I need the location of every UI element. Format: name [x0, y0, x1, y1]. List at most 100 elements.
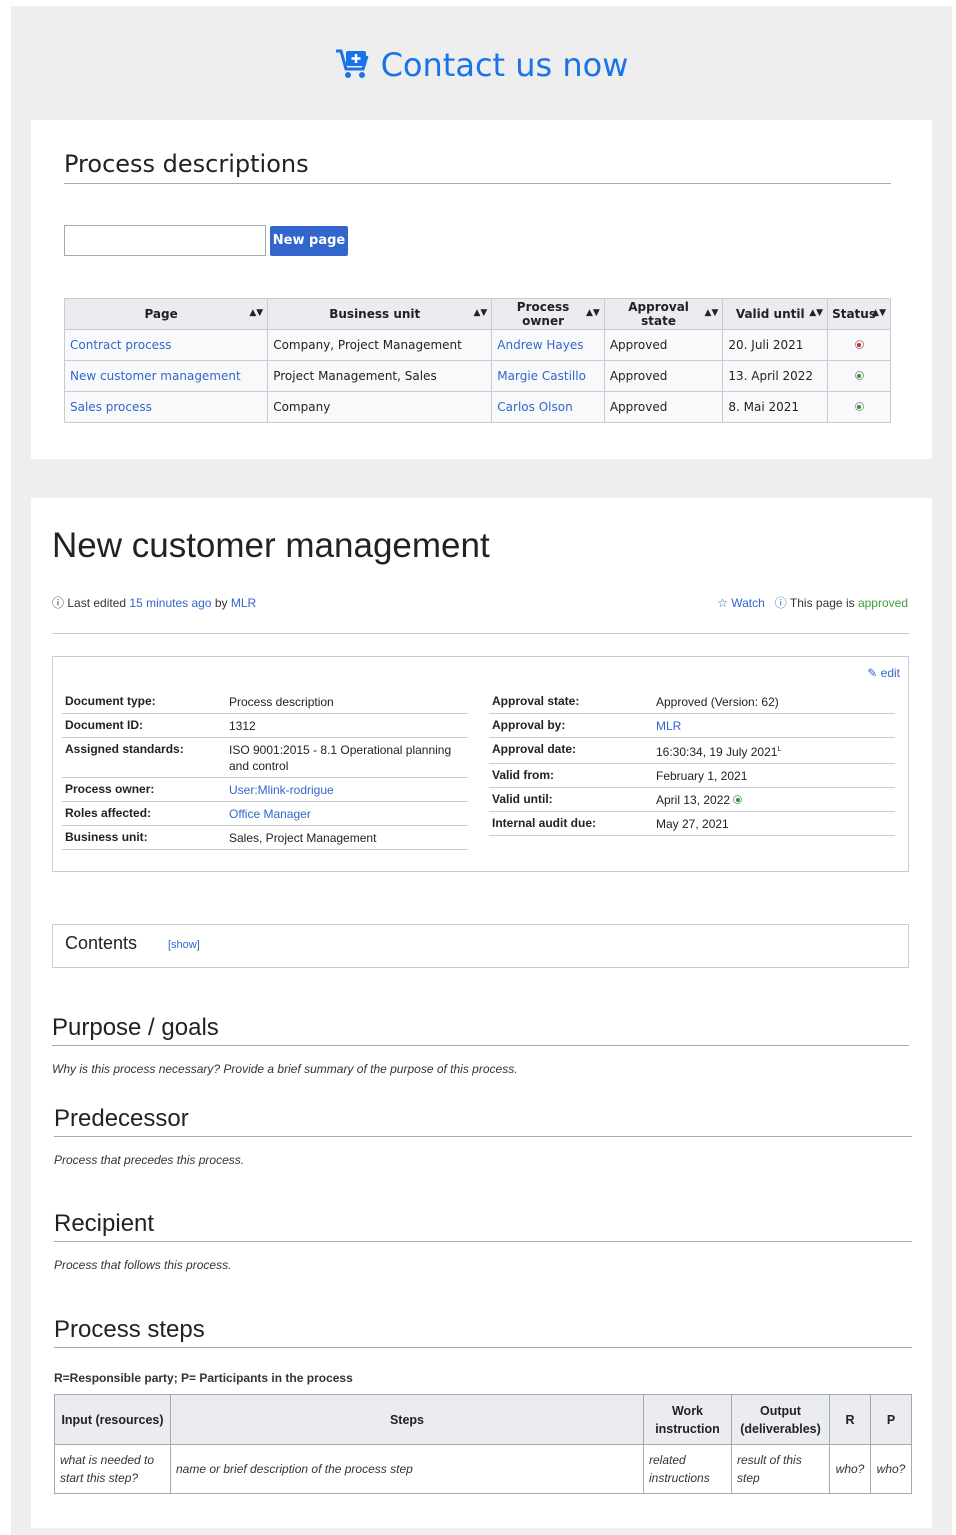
contents-toggle[interactable]: [show] [168, 939, 200, 951]
section-text-purpose: Why is this process necessary? Provide a… [52, 1062, 518, 1076]
new-page-name-input[interactable] [64, 225, 266, 256]
status-green-icon [733, 795, 743, 804]
roles-affected-link[interactable]: Office Manager [229, 806, 465, 822]
steps-legend: R=Responsible party; P= Participants in … [54, 1371, 353, 1385]
edit-infobox-button[interactable]: ✎ edit [867, 666, 900, 680]
sort-icon[interactable]: ▲▼ [249, 308, 263, 318]
col-header-r: R [829, 1394, 871, 1445]
infobox-right-column: Approval state: Approved (Version: 62) Ap… [489, 690, 895, 836]
page-status-bar: ☆ Watch ⓘ This page is approved [717, 596, 908, 610]
info-row: Document type: Process description [62, 690, 468, 714]
status-red-icon [854, 340, 864, 349]
owner-link[interactable]: Margie Castillo [497, 369, 586, 383]
approval-info-icon: ⓘ [774, 596, 787, 610]
info-row: Valid from: February 1, 2021 [489, 764, 895, 788]
page-background: Contact us now Process descriptions New … [11, 6, 952, 1535]
page-link[interactable]: Sales process [70, 400, 152, 414]
approved-status[interactable]: approved [858, 596, 908, 610]
article-card: New customer management ⓘ Last edited 15… [31, 498, 932, 1528]
step-r-cell: who? [829, 1444, 871, 1494]
info-row: Process owner: User:Mlink-rodrigue [62, 778, 468, 802]
contents-title: Contents [65, 933, 138, 953]
step-description-cell: name or brief description of the process… [170, 1444, 644, 1494]
col-header-p: P [870, 1394, 912, 1445]
sort-icon[interactable]: ▲▼ [473, 308, 487, 318]
watch-button[interactable]: ☆ Watch [717, 596, 765, 610]
step-input-cell: what is needed to start this step? [54, 1444, 171, 1494]
pencil-icon: ✎ [867, 666, 878, 680]
page-title: New customer management [52, 526, 490, 565]
section-heading-process-steps: Process steps [54, 1316, 205, 1343]
process-steps-table: Input (resources) Steps Work instruction… [54, 1394, 912, 1494]
section-divider [54, 1241, 912, 1242]
approval-state-cell: Approved [603, 360, 724, 392]
owner-link[interactable]: Andrew Hayes [497, 338, 583, 352]
table-row: Contract process Company, Project Manage… [63, 329, 891, 361]
info-row: Assigned standards: ISO 9001:2015 - 8.1 O… [62, 738, 468, 778]
owner-link[interactable]: Carlos Olson [497, 400, 572, 414]
step-output-cell: result of this step [731, 1444, 830, 1494]
section-divider [52, 1045, 909, 1046]
approval-state-cell: Approved [603, 391, 724, 423]
star-icon: ☆ [717, 596, 728, 610]
process-descriptions-card: Process descriptions New page Page ▲▼ Bus… [31, 120, 932, 459]
business-unit-cell: Company [267, 391, 493, 423]
col-header-process-owner[interactable]: Process owner ▲▼ [491, 298, 605, 330]
process-owner-link[interactable]: User:Mlink-rodrigue [229, 782, 465, 798]
info-row: Roles affected: Office Manager [62, 802, 468, 826]
step-instruction-cell: related instructions [643, 1444, 732, 1494]
section-text-predecessor: Process that precedes this process. [54, 1153, 245, 1167]
title-divider [52, 633, 909, 634]
new-page-button[interactable]: New page [270, 226, 348, 256]
contact-us-label[interactable]: Contact us now [381, 46, 629, 84]
section-heading-predecessor: Predecessor [54, 1105, 189, 1132]
status-green-icon [854, 371, 864, 380]
page-link[interactable]: New customer management [70, 369, 241, 383]
page-link[interactable]: Contract process [70, 338, 172, 352]
col-header-business-unit[interactable]: Business unit ▲▼ [267, 298, 493, 330]
info-row: Document ID: 1312 [62, 714, 468, 738]
sort-icon[interactable]: ▲▼ [872, 308, 886, 318]
sort-icon[interactable]: ▲▼ [705, 308, 719, 318]
document-infobox: ✎ edit Document type: Process description… [52, 656, 909, 872]
last-edited-info: ⓘ Last edited 15 minutes ago by MLR [52, 596, 257, 610]
table-row: New customer management Project Manageme… [63, 360, 891, 392]
col-header-page[interactable]: Page ▲▼ [63, 298, 269, 330]
info-row: Approval date: 16:30:34, 19 July 2021L [489, 738, 895, 764]
info-row: Internal audit due: May 27, 2021 [489, 812, 895, 836]
info-row: Approval state: Approved (Version: 62) [489, 690, 895, 714]
heading-divider [64, 183, 891, 184]
info-row: Business unit: Sales, Project Management [62, 826, 468, 850]
process-table: Page ▲▼ Business unit ▲▼ Process owner ▲▼ A… [63, 298, 891, 423]
process-descriptions-heading: Process descriptions [64, 150, 309, 178]
section-divider [54, 1136, 912, 1137]
section-heading-purpose: Purpose / goals [52, 1014, 219, 1041]
info-row: Approval by: MLR [489, 714, 895, 738]
table-row: Sales process Company Carlos Olson Appro… [63, 391, 891, 423]
business-unit-cell: Project Management, Sales [267, 360, 493, 392]
valid-until-cell: 8. Mai 2021 [722, 391, 829, 423]
footnote-marker-icon: L [777, 746, 782, 753]
info-row: Valid until: April 13, 2022 [489, 788, 895, 812]
col-header-valid-until[interactable]: Valid until ▲▼ [722, 298, 829, 330]
section-text-recipient: Process that follows this process. [54, 1258, 232, 1272]
table-of-contents: Contents [show] [52, 924, 909, 968]
last-edited-time-link[interactable]: 15 minutes ago [129, 596, 211, 610]
cart-plus-icon [335, 48, 371, 88]
infobox-left-column: Document type: Process description Docume… [62, 690, 468, 850]
approval-by-link[interactable]: MLR [656, 718, 892, 734]
section-heading-recipient: Recipient [54, 1210, 155, 1237]
contact-us-link[interactable]: Contact us now [11, 46, 952, 88]
sort-icon[interactable]: ▲▼ [586, 308, 600, 318]
sort-icon[interactable]: ▲▼ [809, 308, 823, 318]
step-p-cell: who? [870, 1444, 912, 1494]
col-header-approval-state[interactable]: Approval state ▲▼ [603, 298, 724, 330]
status-green-icon [854, 402, 864, 411]
valid-until-cell: 13. April 2022 [722, 360, 829, 392]
info-icon: ⓘ [52, 596, 65, 610]
col-header-status[interactable]: Status ▲▼ [827, 298, 891, 330]
editor-link[interactable]: MLR [231, 596, 256, 610]
col-header-output: Output (deliverables) [731, 1394, 830, 1445]
business-unit-cell: Company, Project Management [267, 329, 493, 361]
col-header-input: Input (resources) [54, 1394, 171, 1445]
